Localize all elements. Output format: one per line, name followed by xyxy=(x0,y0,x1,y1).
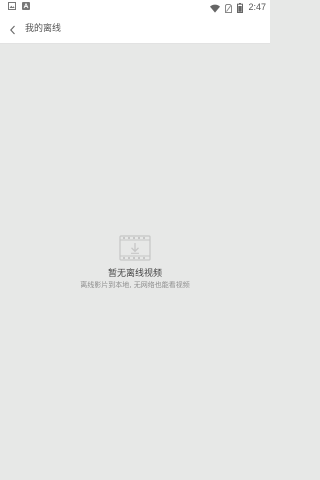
app-bar: 我的离线 xyxy=(0,14,270,44)
back-button[interactable] xyxy=(4,19,22,39)
film-download-icon xyxy=(119,235,151,261)
empty-state-subtitle: 离线影片到本地, 无网络也能看视频 xyxy=(80,281,190,289)
page-title: 我的离线 xyxy=(25,24,62,34)
clock: 2:47 xyxy=(248,2,266,12)
offline-videos-content: 暂无离线视频 离线影片到本地, 无网络也能看视频 xyxy=(0,44,270,480)
image-notification-icon xyxy=(8,2,16,10)
system-status: 2:47 xyxy=(210,1,266,13)
empty-state-title: 暂无离线视频 xyxy=(107,269,162,279)
chevron-left-icon xyxy=(9,20,17,39)
status-bar: 2:47 xyxy=(0,0,270,14)
app-notification-icon xyxy=(22,2,30,10)
notification-icons xyxy=(8,2,30,10)
